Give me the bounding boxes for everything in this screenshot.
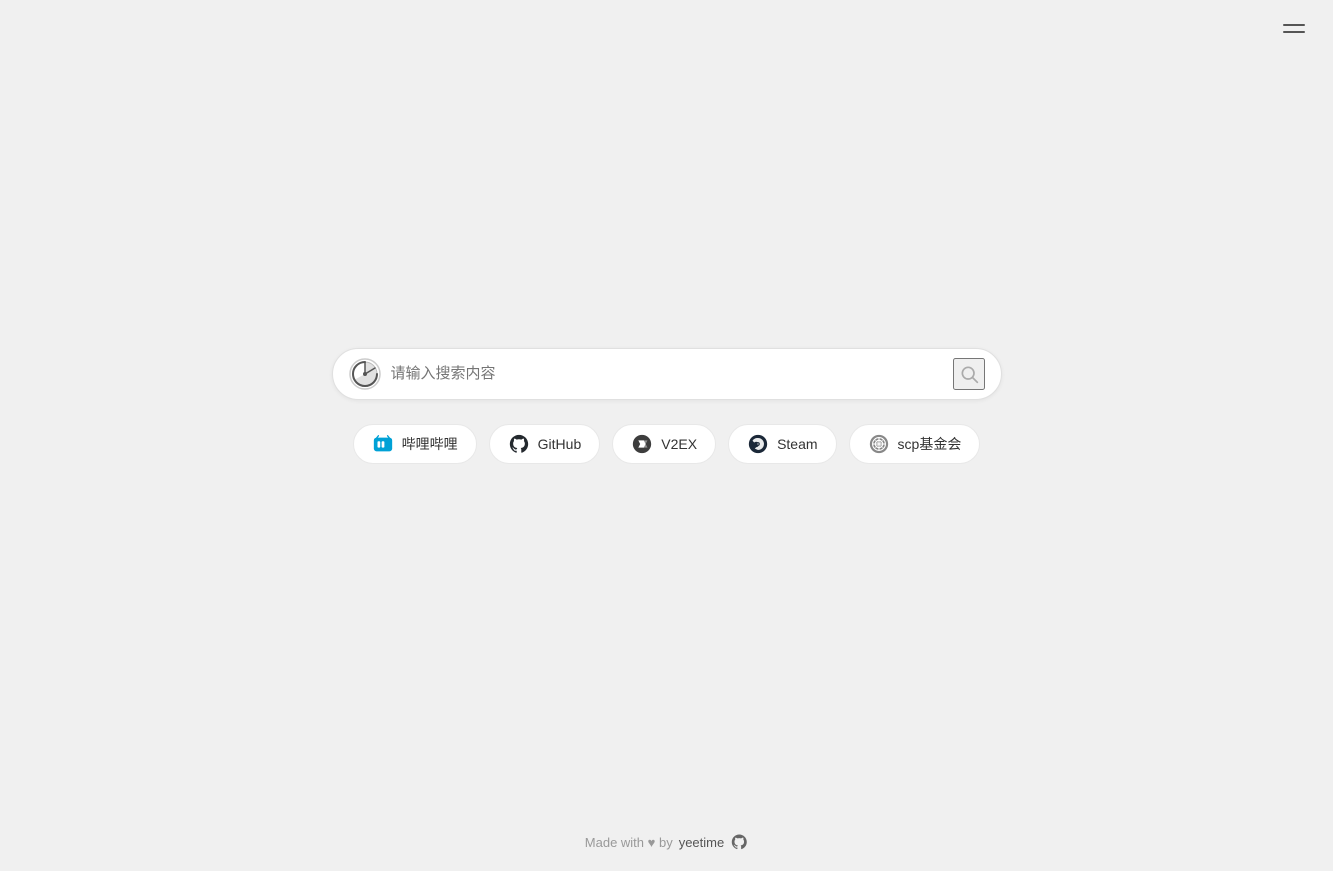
search-section: 哔哩哔哩 GitHub V2EX Ste (332, 348, 1002, 464)
search-input[interactable] (391, 365, 953, 382)
footer: Made with ♥ by yeetime (585, 833, 748, 851)
search-submit-button[interactable] (953, 358, 985, 390)
bilibili-icon (372, 433, 394, 455)
steam-icon (747, 433, 769, 455)
steam-label: Steam (777, 436, 817, 452)
shortcut-v2ex[interactable]: V2EX (612, 424, 716, 464)
shortcut-scp[interactable]: scp基金会 (849, 424, 981, 464)
github-icon (508, 433, 530, 455)
footer-text: Made with ♥ by (585, 835, 673, 850)
shortcut-github[interactable]: GitHub (489, 424, 601, 464)
menu-button[interactable] (1279, 20, 1309, 37)
footer-brand: yeetime (679, 835, 725, 850)
bilibili-label: 哔哩哔哩 (402, 434, 458, 454)
footer-github-icon (730, 833, 748, 851)
github-label: GitHub (538, 436, 582, 452)
shortcut-steam[interactable]: Steam (728, 424, 836, 464)
scp-icon (868, 433, 890, 455)
v2ex-label: V2EX (661, 436, 697, 452)
v2ex-icon (631, 433, 653, 455)
shortcuts-bar: 哔哩哔哩 GitHub V2EX Ste (353, 424, 981, 464)
search-bar (332, 348, 1002, 400)
app-logo (349, 358, 381, 390)
scp-label: scp基金会 (898, 434, 962, 454)
shortcut-bilibili[interactable]: 哔哩哔哩 (353, 424, 477, 464)
